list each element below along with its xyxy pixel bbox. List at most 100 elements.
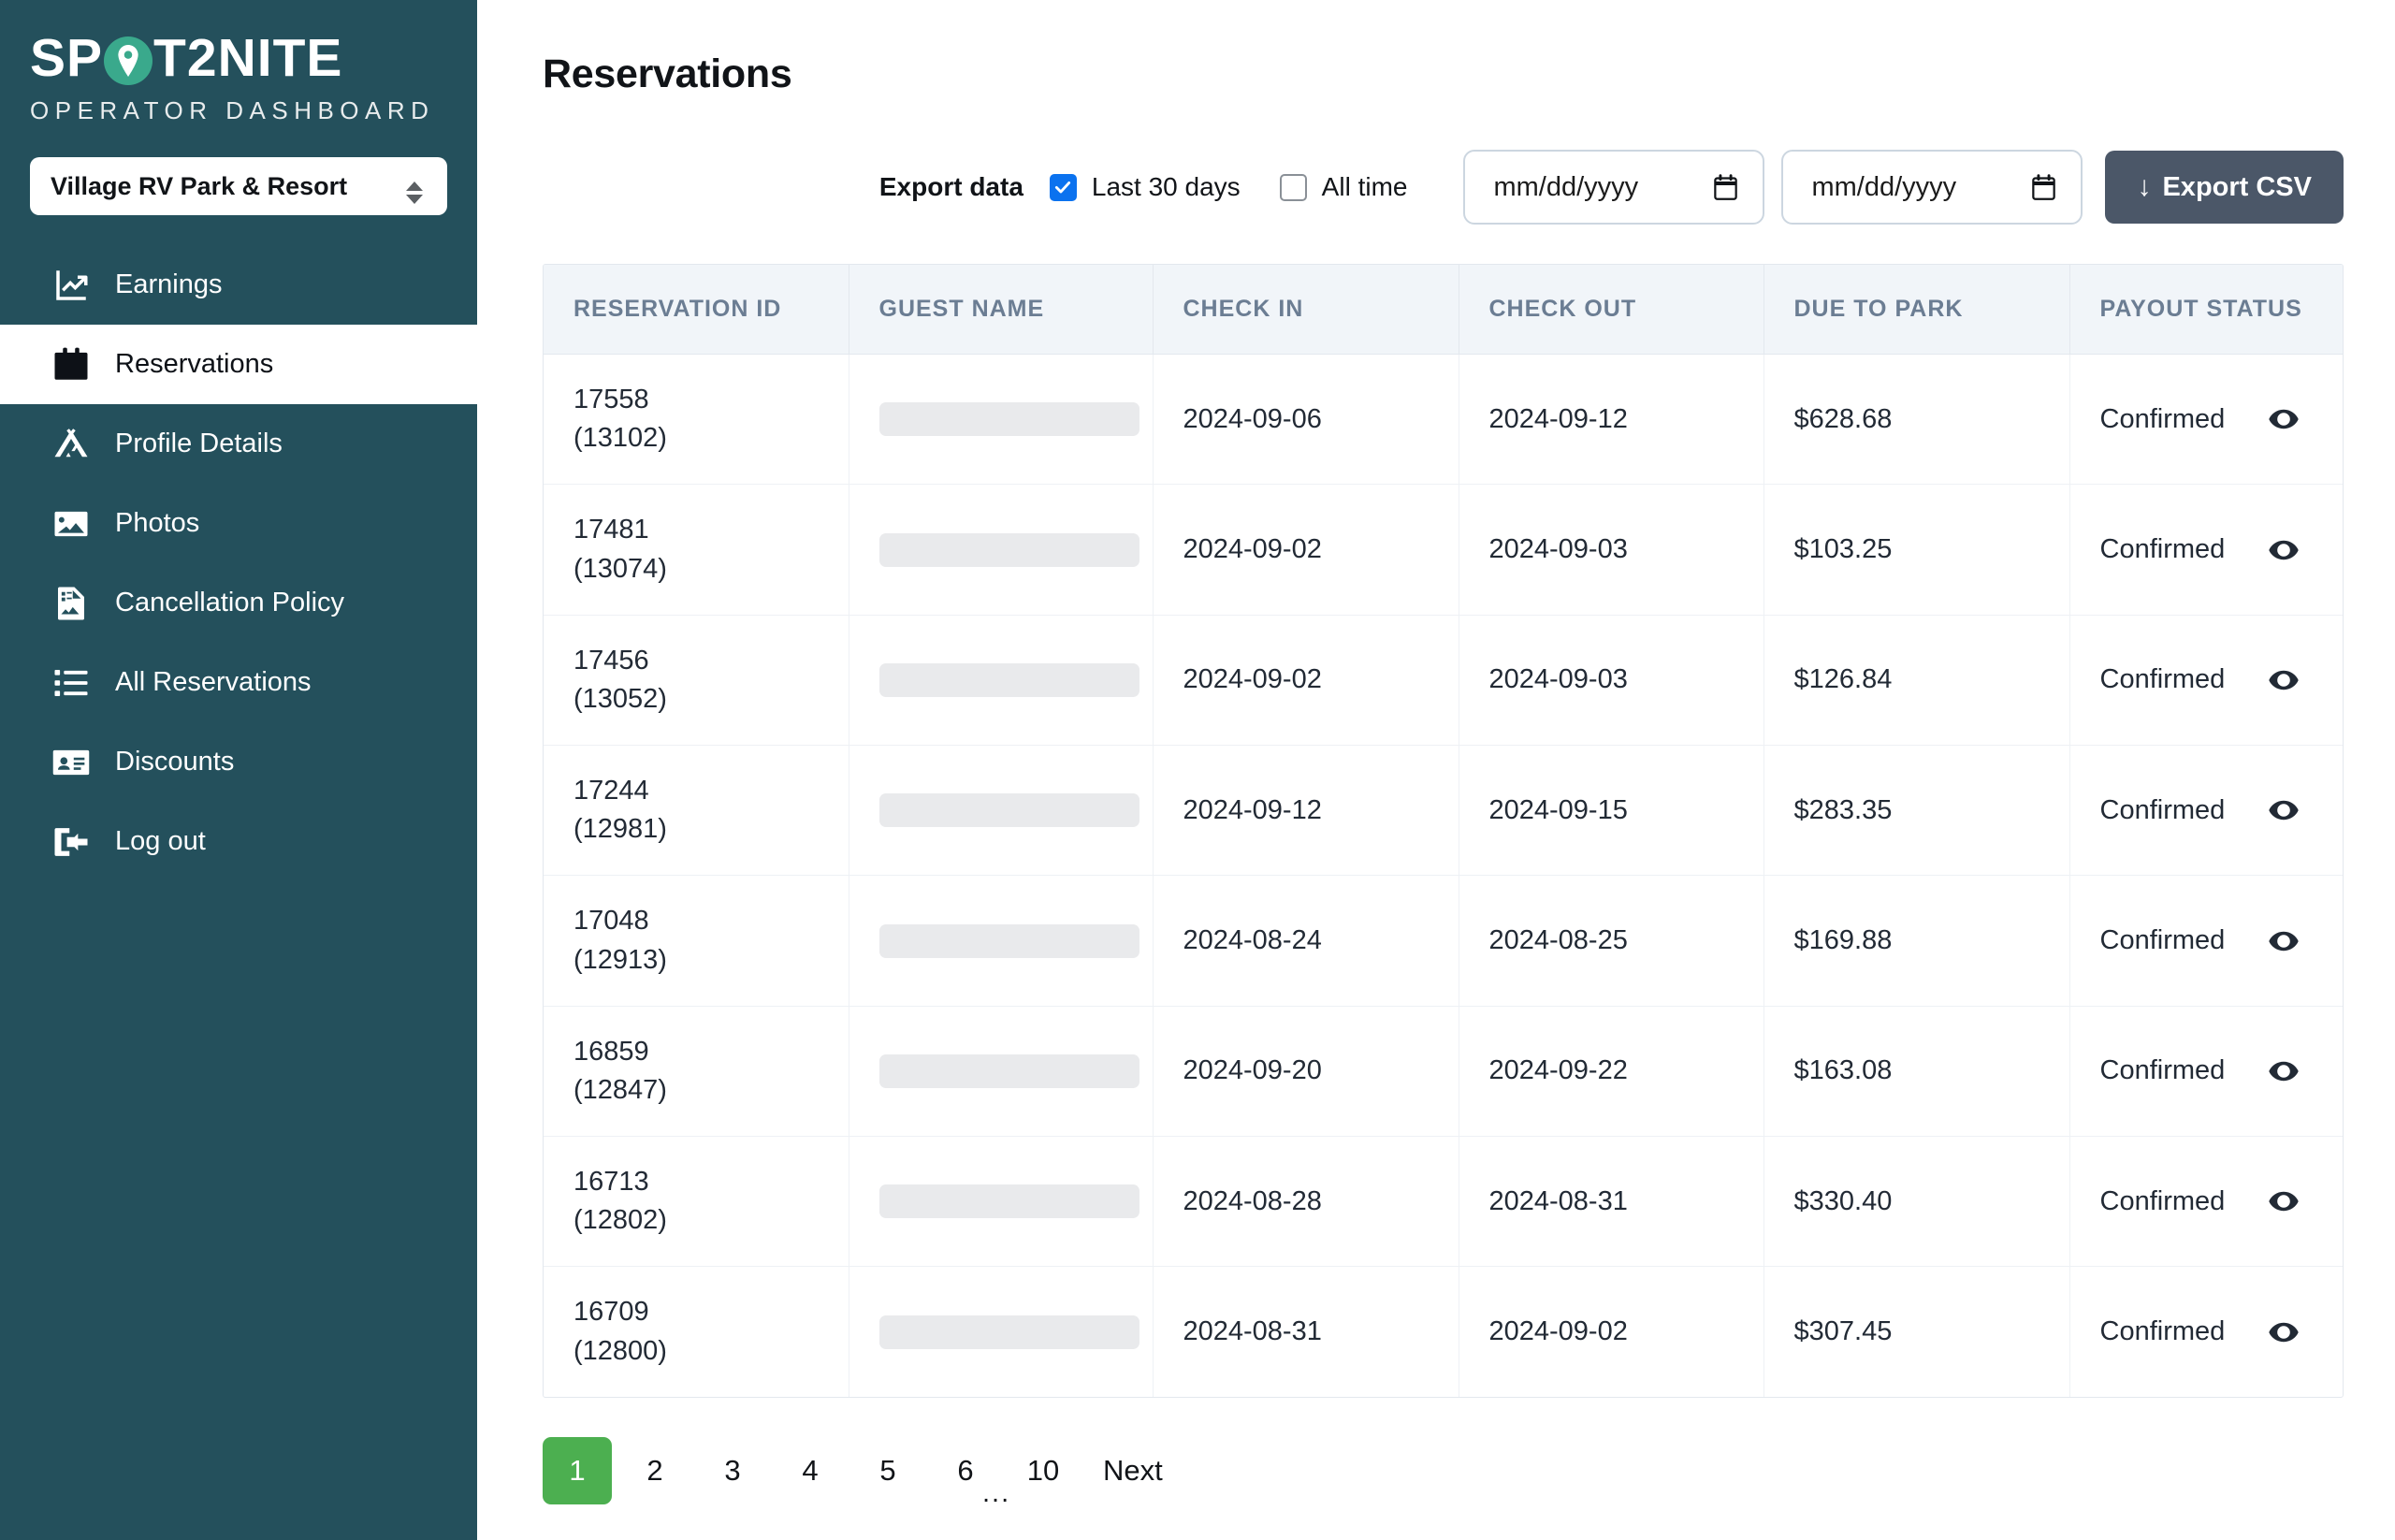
view-reservation-eye-icon[interactable] bbox=[2268, 925, 2300, 957]
sidebar-item-log-out[interactable]: Log out bbox=[0, 802, 477, 881]
column-header-check-in: CHECK IN bbox=[1153, 265, 1459, 355]
cell-check-in: 2024-09-02 bbox=[1153, 484, 1459, 616]
export-toolbar: Export data Last 30 days All time mm/dd/… bbox=[477, 150, 2395, 225]
cell-check-in: 2024-09-20 bbox=[1153, 1006, 1459, 1138]
table-row[interactable]: 17456 (13052) 2024-09-02 2024-09-03 $126.84 C… bbox=[544, 615, 2343, 747]
start-date-input[interactable]: mm/dd/yyyy bbox=[1463, 150, 1765, 225]
cell-reservation-id: 17558 (13102) bbox=[544, 354, 849, 486]
reservation-sub-id: (13102) bbox=[573, 423, 667, 454]
reservation-sub-id: (13052) bbox=[573, 683, 667, 714]
table-row[interactable]: 17244 (12981) 2024-09-12 2024-09-15 $283.35 C… bbox=[544, 745, 2343, 877]
image-icon bbox=[51, 504, 91, 544]
cell-reservation-id: 17456 (13052) bbox=[544, 615, 849, 747]
cell-due-to-park: $169.88 bbox=[1764, 875, 2070, 1007]
reservations-table: RESERVATION ID GUEST NAME CHECK IN CHECK… bbox=[544, 265, 2343, 1397]
cell-payout-status: Confirmed bbox=[2069, 1136, 2343, 1268]
sidebar-item-label: Reservations bbox=[115, 349, 274, 379]
cell-check-out: 2024-08-25 bbox=[1459, 875, 1764, 1007]
last-30-days-option[interactable]: Last 30 days bbox=[1049, 172, 1241, 202]
cell-check-in: 2024-09-06 bbox=[1153, 354, 1459, 486]
column-header-payout-status: PAYOUT STATUS bbox=[2069, 265, 2343, 355]
view-reservation-eye-icon[interactable] bbox=[2268, 1185, 2300, 1217]
pagination-page-2[interactable]: 2 bbox=[620, 1437, 689, 1504]
payout-status-text: Confirmed bbox=[2099, 1055, 2226, 1086]
map-pin-icon bbox=[104, 36, 153, 85]
view-reservation-eye-icon[interactable] bbox=[2268, 664, 2300, 696]
sidebar-item-profile-details[interactable]: Profile Details bbox=[0, 404, 477, 484]
payout-status-text: Confirmed bbox=[2099, 664, 2226, 695]
last-30-days-checkbox[interactable] bbox=[1049, 173, 1077, 201]
guest-name-redacted bbox=[878, 1184, 1139, 1219]
reservation-id: 17456 bbox=[573, 645, 649, 676]
sidebar-item-reservations[interactable]: Reservations bbox=[0, 325, 477, 404]
brand-subtitle: OPERATOR DASHBOARD bbox=[30, 96, 435, 124]
sidebar-item-earnings[interactable]: Earnings bbox=[0, 245, 477, 325]
table-header-row: RESERVATION ID GUEST NAME CHECK IN CHECK… bbox=[544, 265, 2343, 355]
chart-line-icon bbox=[51, 266, 91, 305]
sidebar-item-cancellation-policy[interactable]: Cancellation Policy bbox=[0, 563, 477, 643]
pagination-page-3[interactable]: 3 bbox=[698, 1437, 767, 1504]
cell-check-out: 2024-09-22 bbox=[1459, 1006, 1764, 1138]
payout-status-text: Confirmed bbox=[2099, 1316, 2226, 1347]
sidebar-item-discounts[interactable]: Discounts bbox=[0, 722, 477, 802]
export-csv-label: Export CSV bbox=[2162, 171, 2312, 202]
calendar-picker-icon[interactable] bbox=[2031, 173, 2056, 201]
cell-due-to-park: $126.84 bbox=[1764, 615, 2070, 747]
sidebar-item-label: Discounts bbox=[115, 747, 235, 777]
pagination-page-4[interactable]: 4 bbox=[776, 1437, 845, 1504]
calendar-picker-icon[interactable] bbox=[1713, 173, 1738, 201]
view-reservation-eye-icon[interactable] bbox=[2268, 534, 2300, 566]
download-arrow-icon: ↓ bbox=[2137, 171, 2152, 202]
cell-reservation-id: 17048 (12913) bbox=[544, 875, 849, 1007]
table-row[interactable]: 16709 (12800) 2024-08-31 2024-09-02 $307.45 C… bbox=[544, 1266, 2343, 1397]
view-reservation-eye-icon[interactable] bbox=[2268, 1055, 2300, 1087]
table-row[interactable]: 16859 (12847) 2024-09-20 2024-09-22 $163.08 C… bbox=[544, 1006, 2343, 1138]
table-row[interactable]: 16713 (12802) 2024-08-28 2024-08-31 $330.40 C… bbox=[544, 1136, 2343, 1268]
cell-check-in: 2024-09-12 bbox=[1153, 745, 1459, 877]
main-content: Reservations Export data Last 30 days Al… bbox=[477, 0, 2395, 1540]
view-reservation-eye-icon[interactable] bbox=[2268, 1316, 2300, 1348]
sidebar-item-all-reservations[interactable]: All Reservations bbox=[0, 643, 477, 722]
all-time-checkbox[interactable] bbox=[1279, 173, 1307, 201]
payout-status-text: Confirmed bbox=[2099, 794, 2226, 825]
pagination-page-1[interactable]: 1 bbox=[543, 1436, 612, 1504]
pagination: 1 2 3 4 5 6 10 Next ... bbox=[543, 1436, 2395, 1508]
view-reservation-eye-icon[interactable] bbox=[2268, 794, 2300, 826]
guest-name-redacted bbox=[878, 1315, 1139, 1349]
reservation-sub-id: (12847) bbox=[573, 1074, 667, 1105]
cell-guest-name bbox=[849, 1136, 1154, 1268]
column-header-check-out: CHECK OUT bbox=[1459, 265, 1764, 355]
park-selector[interactable]: Village RV Park & Resort bbox=[30, 157, 447, 215]
pagination-page-5[interactable]: 5 bbox=[853, 1437, 922, 1504]
pagination-next-button[interactable]: Next bbox=[1086, 1437, 1180, 1504]
pagination-ellipsis: ... bbox=[982, 1477, 1011, 1508]
sidebar-item-photos[interactable]: Photos bbox=[0, 484, 477, 563]
cell-payout-status: Confirmed bbox=[2069, 1006, 2343, 1138]
table-row[interactable]: 17558 (13102) 2024-09-06 2024-09-12 $628.68 C… bbox=[544, 354, 2343, 486]
cell-check-out: 2024-08-31 bbox=[1459, 1136, 1764, 1268]
pagination-page-10[interactable]: 10 bbox=[1009, 1437, 1078, 1504]
payout-status-text: Confirmed bbox=[2099, 1185, 2226, 1216]
end-date-input[interactable]: mm/dd/yyyy bbox=[1781, 150, 2083, 225]
id-card-icon bbox=[51, 743, 91, 782]
cell-check-out: 2024-09-02 bbox=[1459, 1266, 1764, 1397]
table-row[interactable]: 17048 (12913) 2024-08-24 2024-08-25 $169.88 C… bbox=[544, 875, 2343, 1007]
export-csv-button[interactable]: ↓ Export CSV bbox=[2105, 151, 2344, 224]
cell-payout-status: Confirmed bbox=[2069, 615, 2343, 747]
guest-name-redacted bbox=[878, 532, 1139, 567]
guest-name-redacted bbox=[878, 1053, 1139, 1088]
table-header: RESERVATION ID GUEST NAME CHECK IN CHECK… bbox=[544, 265, 2343, 355]
view-reservation-eye-icon[interactable] bbox=[2268, 403, 2300, 435]
sidebar-item-label: Earnings bbox=[115, 269, 223, 299]
table-row[interactable]: 17481 (13074) 2024-09-02 2024-09-03 $103.25 C… bbox=[544, 484, 2343, 616]
last-30-days-label: Last 30 days bbox=[1091, 172, 1241, 201]
reservations-table-container: RESERVATION ID GUEST NAME CHECK IN CHECK… bbox=[543, 264, 2344, 1398]
payout-status-text: Confirmed bbox=[2099, 534, 2226, 565]
cell-reservation-id: 17481 (13074) bbox=[544, 484, 849, 616]
cell-reservation-id: 16859 (12847) bbox=[544, 1006, 849, 1138]
all-time-option[interactable]: All time bbox=[1279, 172, 1407, 202]
list-icon bbox=[51, 663, 91, 703]
cell-guest-name bbox=[849, 1266, 1154, 1397]
document-icon bbox=[51, 584, 91, 623]
brand-name-part1: SP bbox=[30, 28, 104, 88]
